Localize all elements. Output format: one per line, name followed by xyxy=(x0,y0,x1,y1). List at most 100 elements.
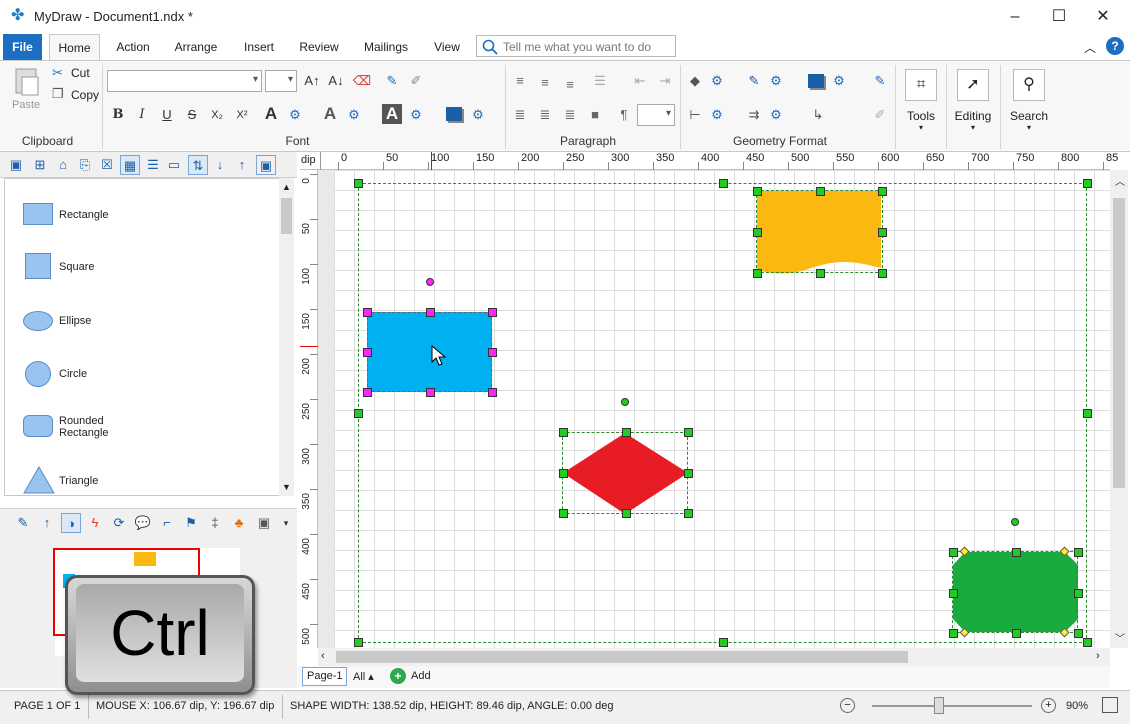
connector-icon[interactable]: ⌐ xyxy=(157,513,177,533)
sort-desc-icon[interactable]: ↑ xyxy=(232,155,252,175)
yellow-resize-handle[interactable] xyxy=(753,228,762,237)
yellow-resize-handle[interactable] xyxy=(878,187,887,196)
align-left-icon[interactable]: ≣ xyxy=(510,105,530,125)
paste-button[interactable] xyxy=(10,65,44,99)
text-outline-icon[interactable]: A xyxy=(320,104,340,124)
green-resize-handle[interactable] xyxy=(1074,629,1083,638)
copy-button[interactable]: Copy xyxy=(71,88,99,102)
image-icon[interactable]: ▣ xyxy=(254,513,274,533)
align-top-icon[interactable]: ≡ xyxy=(510,71,530,91)
scroll-down-icon[interactable]: ▼ xyxy=(282,482,291,492)
collapse-ribbon-icon[interactable]: ︿ xyxy=(1084,39,1096,56)
scroll-right-icon[interactable]: › xyxy=(1096,650,1100,662)
shadow-icon[interactable] xyxy=(446,107,462,121)
green-resize-handle[interactable] xyxy=(949,548,958,557)
format-painter-icon[interactable]: ✐ xyxy=(406,71,426,91)
more-icon[interactable]: ▾ xyxy=(276,513,296,533)
font-size-select[interactable]: ▾ xyxy=(265,70,297,92)
eyedropper-icon[interactable]: ✎ xyxy=(382,71,402,91)
group-resize-handle[interactable] xyxy=(354,179,363,188)
shape-ellipse[interactable]: Ellipse xyxy=(23,309,283,349)
sort-asc-icon[interactable]: ↓ xyxy=(210,155,230,175)
diamond-resize-handle[interactable] xyxy=(559,468,568,478)
list-view-icon[interactable]: ☰ xyxy=(143,155,163,175)
connector-icon[interactable]: ↳ xyxy=(808,105,828,125)
all-pages-button[interactable]: All ▴ xyxy=(353,670,374,683)
open-folder-icon[interactable]: ⌂ xyxy=(53,155,73,175)
scroll-left-icon[interactable]: ‹ xyxy=(321,650,325,662)
scroll-down-icon[interactable]: ﹀ xyxy=(1115,630,1125,645)
zoom-slider-thumb[interactable] xyxy=(934,697,944,714)
shape-square[interactable]: Square xyxy=(23,253,283,293)
gear-icon[interactable]: ⚙ xyxy=(829,71,849,91)
editing-button[interactable]: ➚ Editing ▾ xyxy=(953,69,993,132)
save-icon[interactable]: ▣ xyxy=(6,155,26,175)
yellow-resize-handle[interactable] xyxy=(878,228,887,237)
help-icon[interactable]: ? xyxy=(1106,37,1124,55)
diamond-resize-handle[interactable] xyxy=(684,428,693,437)
zoom-out-icon[interactable]: − xyxy=(840,698,855,713)
tab-home[interactable]: Home xyxy=(49,34,100,60)
green-resize-handle[interactable] xyxy=(1011,629,1021,638)
spacing-select[interactable]: ▾ xyxy=(637,104,675,126)
shape-tool-icon[interactable]: ◑ xyxy=(61,513,81,533)
blue-rectangle-shape[interactable] xyxy=(367,312,492,392)
tab-view[interactable]: View xyxy=(428,34,466,60)
close-button[interactable]: ✕ xyxy=(1080,0,1126,34)
minimize-button[interactable]: – xyxy=(992,0,1038,34)
line-begin-icon[interactable]: ⊢ xyxy=(685,105,705,125)
gear-icon[interactable]: ⚙ xyxy=(468,105,488,125)
search-button[interactable]: ⚲ Search ▾ xyxy=(1009,69,1049,132)
font-family-select[interactable]: ▾ xyxy=(107,70,262,92)
underline-button[interactable]: U xyxy=(157,105,177,125)
italic-button[interactable]: I xyxy=(132,105,152,125)
h-scroll-thumb[interactable] xyxy=(336,651,908,663)
green-resize-handle[interactable] xyxy=(1074,588,1083,598)
group-resize-handle[interactable] xyxy=(354,408,363,418)
decrease-indent-icon[interactable]: ⇤ xyxy=(630,71,650,91)
diamond-resize-handle[interactable] xyxy=(621,428,631,437)
map-icon[interactable]: ⚑ xyxy=(181,513,201,533)
lightning-icon[interactable]: ϟ xyxy=(85,513,105,533)
align-middle-icon[interactable]: ≡ xyxy=(535,73,555,93)
pointer-icon[interactable]: ↑ xyxy=(37,513,57,533)
group-resize-handle[interactable] xyxy=(718,638,728,647)
shrink-font-icon[interactable]: A↓ xyxy=(326,71,346,91)
diamond-resize-handle[interactable] xyxy=(684,468,693,478)
v-scroll-thumb[interactable] xyxy=(1113,198,1125,488)
group-resize-handle[interactable] xyxy=(1083,638,1092,647)
shape-shadow-icon[interactable] xyxy=(808,74,824,88)
line-end-icon[interactable]: ⇉ xyxy=(744,105,764,125)
tell-me-search[interactable]: Tell me what you want to do xyxy=(476,35,676,57)
scroll-up-icon[interactable]: ︿ xyxy=(1115,173,1125,188)
align-center-icon[interactable]: ≣ xyxy=(535,105,555,125)
shape-triangle[interactable]: Triangle xyxy=(23,465,283,505)
export-icon[interactable]: ⎘ xyxy=(75,155,95,175)
yellow-resize-handle[interactable] xyxy=(753,187,762,196)
shape-circle[interactable]: Circle xyxy=(23,359,283,399)
gear-icon[interactable]: ⚙ xyxy=(285,105,305,125)
pencil-icon[interactable]: ✎ xyxy=(13,513,33,533)
format-painter-icon[interactable]: ✐ xyxy=(870,105,890,125)
justify-icon[interactable]: ■ xyxy=(585,105,605,125)
scroll-up-icon[interactable]: ▲ xyxy=(282,182,291,192)
shape-rounded-rectangle[interactable]: Rounded Rectangle xyxy=(23,413,283,453)
delete-stencil-icon[interactable]: ☒ xyxy=(97,155,117,175)
zoom-in-icon[interactable]: + xyxy=(1041,698,1056,713)
callout-icon[interactable]: 💬 xyxy=(133,513,153,533)
tab-mailings[interactable]: Mailings xyxy=(360,34,412,60)
increase-indent-icon[interactable]: ⇥ xyxy=(655,71,675,91)
blue-resize-handle[interactable] xyxy=(425,388,435,397)
text-highlight-icon[interactable]: A xyxy=(382,104,402,124)
shapes-scrollbar[interactable]: ▲ ▼ xyxy=(279,178,294,496)
yellow-resize-handle[interactable] xyxy=(753,269,762,278)
gear-icon[interactable]: ⚙ xyxy=(766,105,786,125)
gear-icon[interactable]: ⚙ xyxy=(344,105,364,125)
green-resize-handle[interactable] xyxy=(1074,548,1083,557)
font-color-icon[interactable]: A xyxy=(261,104,281,124)
green-resize-handle[interactable] xyxy=(1011,548,1021,557)
yellow-resize-handle[interactable] xyxy=(815,269,825,278)
blue-resize-handle[interactable] xyxy=(363,388,372,397)
tab-review[interactable]: Review xyxy=(295,34,343,60)
add-page-icon[interactable]: + xyxy=(390,668,406,684)
